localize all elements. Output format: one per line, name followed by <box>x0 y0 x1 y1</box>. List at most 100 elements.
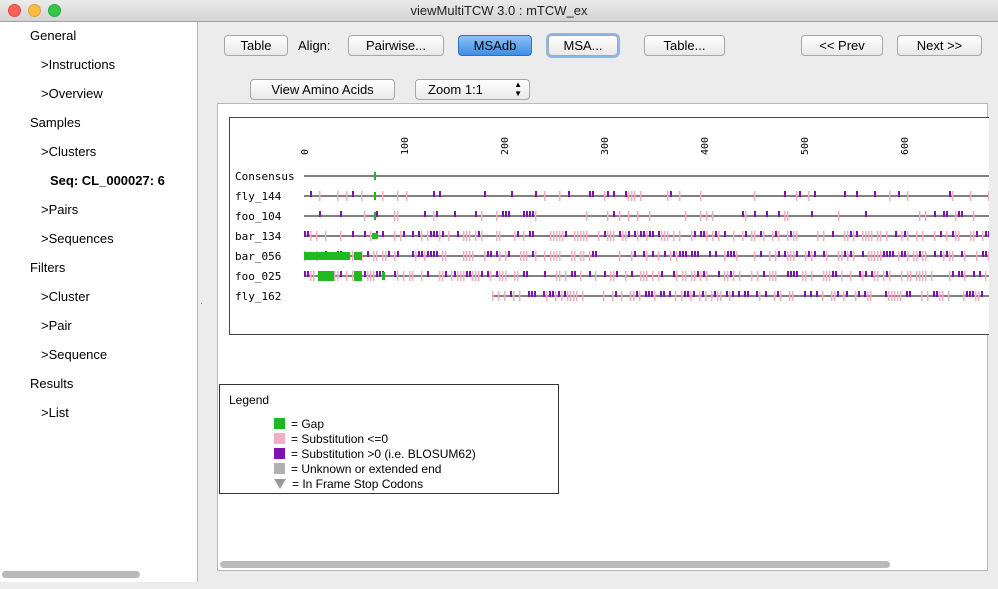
substitution-positive-mark <box>886 271 888 277</box>
sequence-row-label: fly_162 <box>235 290 281 303</box>
substitution-negative-mark <box>720 291 722 301</box>
substitution-negative-mark <box>580 251 582 261</box>
substitution-negative-mark <box>415 251 417 261</box>
substitution-negative-mark <box>823 231 825 241</box>
substitution-positive-mark <box>961 251 963 257</box>
horizontal-scrollbar[interactable] <box>220 561 890 568</box>
substitution-negative-mark <box>877 251 879 261</box>
substitution-positive-mark <box>645 291 647 297</box>
substitution-negative-mark <box>583 231 585 241</box>
prev-button[interactable]: << Prev <box>801 35 883 56</box>
substitution-negative-mark <box>451 271 453 281</box>
substitution-positive-mark <box>502 211 504 217</box>
zoom-window-button[interactable] <box>48 4 61 17</box>
substitution-negative-mark <box>310 271 312 281</box>
sidebar-item-list[interactable]: >List <box>41 405 69 420</box>
substitution-positive-mark <box>543 291 545 297</box>
sidebar-item-filters[interactable]: Filters <box>30 260 65 275</box>
substitution-positive-mark <box>727 251 729 257</box>
substitution-negative-mark <box>385 251 387 261</box>
substitution-negative-mark <box>460 271 462 281</box>
msa-button[interactable]: MSA... <box>548 35 618 56</box>
substitution-negative-mark <box>907 231 909 241</box>
substitution-negative-mark <box>925 251 927 261</box>
substitution-positive-mark <box>790 271 792 277</box>
substitution-positive-mark <box>697 251 699 257</box>
substitution-negative-mark <box>717 291 719 301</box>
close-window-button[interactable] <box>8 4 21 17</box>
table-view-button[interactable]: Table... <box>644 35 725 56</box>
substitution-positive-mark <box>454 211 456 217</box>
sidebar-item-pair-filter[interactable]: >Pair <box>41 318 72 333</box>
view-amino-acids-button[interactable]: View Amino Acids <box>250 79 395 100</box>
substitution-positive-mark <box>862 251 864 257</box>
substitution-negative-mark <box>811 271 813 281</box>
substitution-negative-mark <box>619 251 621 261</box>
substitution-negative-mark <box>640 271 642 281</box>
substitution-positive-mark <box>808 251 810 257</box>
substitution-negative-mark <box>685 271 687 281</box>
substitution-positive-mark <box>340 271 342 277</box>
substitution-negative-mark <box>690 291 692 301</box>
sidebar-item-instructions[interactable]: >Instructions <box>41 57 115 72</box>
substitution-positive-mark <box>886 251 888 257</box>
substitution-positive-mark <box>589 271 591 277</box>
sidebar-item-sequence-filter[interactable]: >Sequence <box>41 347 107 362</box>
substitution-negative-mark <box>319 191 321 201</box>
next-button[interactable]: Next >> <box>897 35 982 56</box>
substitution-negative-mark <box>736 251 738 261</box>
table-button[interactable]: Table <box>224 35 288 56</box>
sidebar-item-sequences[interactable]: >Sequences <box>41 231 114 246</box>
substitution-negative-mark <box>603 291 605 301</box>
substitution-negative-mark <box>639 291 641 301</box>
substitution-positive-mark <box>652 251 654 257</box>
substitution-negative-mark <box>313 271 315 281</box>
sidebar-item-general[interactable]: General <box>30 28 76 43</box>
substitution-negative-mark <box>376 251 378 261</box>
sidebar-item-cluster-filter[interactable]: >Cluster <box>41 289 90 304</box>
substitution-negative-mark <box>637 231 639 241</box>
sidebar-item-results[interactable]: Results <box>30 376 73 391</box>
substitution-negative-mark <box>619 211 621 221</box>
substitution-positive-mark <box>687 291 689 297</box>
split-pane-divider[interactable]: · <box>200 298 203 308</box>
substitution-negative-mark <box>784 211 786 221</box>
sidebar-horizontal-scrollbar[interactable] <box>2 571 140 578</box>
substitution-positive-mark <box>972 291 974 297</box>
substitution-positive-mark <box>738 291 740 297</box>
substitution-negative-mark <box>964 271 966 281</box>
minimize-window-button[interactable] <box>28 4 41 17</box>
substitution-positive-mark <box>418 251 420 257</box>
sidebar-item-clusters[interactable]: >Clusters <box>41 144 96 159</box>
substitution-positive-mark <box>636 291 638 297</box>
substitution-positive-mark <box>837 291 839 297</box>
substitution-positive-mark <box>985 231 987 237</box>
substitution-negative-mark <box>595 271 597 281</box>
substitution-positive-mark <box>613 191 615 197</box>
substitution-positive-mark <box>936 291 938 297</box>
substitution-negative-mark <box>796 191 798 201</box>
sidebar-item-selected-cluster[interactable]: Seq: CL_000027: 6 <box>50 173 165 188</box>
substitution-positive-mark <box>526 211 528 217</box>
substitution-positive-mark <box>526 271 528 277</box>
sidebar-item-samples[interactable]: Samples <box>30 115 81 130</box>
substitution-negative-mark <box>948 291 950 301</box>
substitution-negative-mark <box>373 271 375 281</box>
substitution-negative-mark <box>478 271 480 281</box>
sidebar-item-pairs[interactable]: >Pairs <box>41 202 78 217</box>
pairwise-button[interactable]: Pairwise... <box>348 35 444 56</box>
substitution-negative-mark <box>916 271 918 281</box>
zoom-select[interactable]: Zoom 1:1 ▲ ▼ <box>415 79 530 100</box>
substitution-negative-mark <box>862 271 864 281</box>
sidebar-item-overview[interactable]: >Overview <box>41 86 103 101</box>
substitution-positive-mark <box>487 251 489 257</box>
substitution-positive-mark <box>454 271 456 277</box>
substitution-negative-mark <box>499 271 501 281</box>
substitution-positive-mark <box>529 211 531 217</box>
substitution-negative-mark <box>499 231 501 241</box>
substitution-negative-mark <box>792 291 794 301</box>
substitution-negative-mark <box>472 271 474 281</box>
msadb-button[interactable]: MSAdb <box>458 35 532 56</box>
substitution-positive-mark <box>685 251 687 257</box>
substitution-positive-mark <box>804 291 806 297</box>
